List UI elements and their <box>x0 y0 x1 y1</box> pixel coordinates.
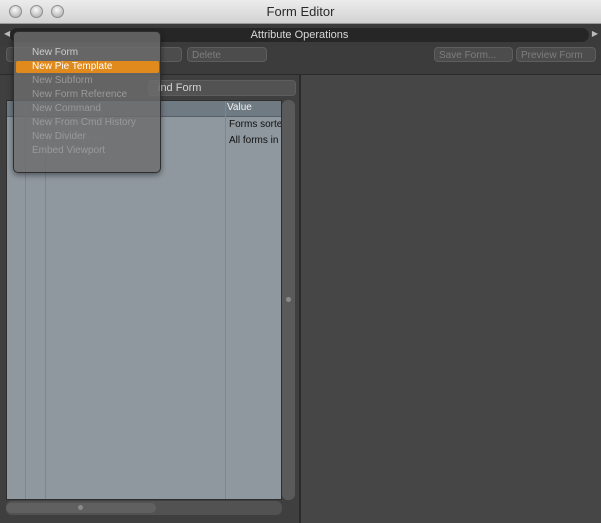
menu-item-new-pie-template[interactable]: New Pie Template <box>32 61 112 72</box>
save-form-button[interactable]: Save Form... <box>434 47 513 62</box>
title-bar: Form Editor <box>0 0 601 24</box>
window-title: Form Editor <box>266 4 335 19</box>
delete-button[interactable]: Delete <box>187 47 267 62</box>
tree-row-value[interactable]: Forms sorte <box>229 119 281 130</box>
column-divider <box>225 101 226 499</box>
find-form-button[interactable]: ind Form <box>148 80 296 96</box>
tree-horizontal-scrollbar[interactable] <box>6 501 282 515</box>
tree-vertical-scrollbar[interactable] <box>282 100 295 500</box>
menu-item-new-form[interactable]: New Form <box>32 47 78 58</box>
expand-right-icon[interactable]: ▶ <box>592 29 598 38</box>
new-item-menu: New Form New Pie Template New Subform Ne… <box>13 31 161 173</box>
menu-item-embed-viewport[interactable]: Embed Viewport <box>32 145 105 156</box>
menu-item-new-command[interactable]: New Command <box>32 103 101 114</box>
menu-item-new-subform[interactable]: New Subform <box>32 75 93 86</box>
value-column-header[interactable]: Value <box>227 102 252 113</box>
menu-item-new-divider[interactable]: New Divider <box>32 131 86 142</box>
scroll-grip-icon <box>286 297 291 302</box>
menu-item-new-form-reference[interactable]: New Form Reference <box>32 89 127 100</box>
menu-item-new-from-cmd-history[interactable]: New From Cmd History <box>32 117 136 128</box>
tree-row-value[interactable]: All forms in <box>229 135 278 146</box>
form-preview-panel <box>301 75 601 523</box>
scroll-grip-icon <box>78 505 83 510</box>
preview-form-button[interactable]: Preview Form <box>516 47 596 62</box>
